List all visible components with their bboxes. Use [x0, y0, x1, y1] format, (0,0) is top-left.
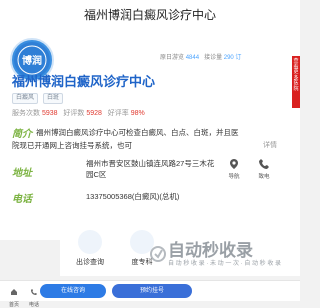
call-button[interactable]: 致电: [252, 158, 276, 180]
page-header: 福州博润白癜风诊疗中心: [0, 0, 300, 31]
address-text: 福州市晋安区鼓山镇连风路27号三木花园C区: [86, 159, 215, 179]
address-label: 地址: [12, 168, 32, 179]
calendar-icon: [78, 230, 102, 254]
home-icon: [11, 289, 17, 295]
calls-value: 290 订: [223, 55, 242, 61]
service-counts: 服务次数 5938 好评数 5928 好评率 98%: [12, 108, 145, 118]
clinic-name: 福州博润白癜风诊疗中心: [12, 74, 156, 89]
phone-icon: [31, 289, 37, 295]
call-label: 致电: [258, 174, 270, 180]
views-value: 4844: [185, 55, 200, 61]
phone-icon: [259, 159, 269, 169]
intro-text: 福州博润白癜风诊疗中心可检查白癜风、白点、白斑，并且医院现已开通网上咨询挂号系统…: [12, 128, 239, 150]
detail-link[interactable]: 详情: [263, 140, 277, 150]
good-label: 好评数: [63, 110, 85, 117]
service-value: 5938: [41, 110, 58, 117]
rate-label: 好评率: [107, 110, 129, 117]
more-hospitals-badge[interactable]: 查看更多医院: [292, 56, 300, 108]
service-label: 服务次数: [12, 110, 40, 117]
watermark-subtitle: 自 动 秒 收 录 · 未 动 一 次 · 自 动 秒 收 录: [168, 261, 282, 267]
phone-text: 13375005368(白癜风)(总机): [86, 192, 180, 201]
navigate-button[interactable]: 导航: [222, 158, 246, 180]
navigate-label: 导航: [228, 174, 240, 180]
visit-stats: 原日游览 4844 接诊量 290 订: [160, 52, 241, 61]
map-pin-icon: [230, 159, 238, 169]
clinic-card: 博润 原日游览 4844 接诊量 290 订 福州博润白癜风诊疗中心 白癜风 白…: [0, 30, 300, 240]
logo-text: 博润: [22, 54, 42, 67]
rate-value: 98%: [130, 110, 145, 117]
calls-label: 接诊量: [204, 55, 223, 61]
views-label: 原日游览: [160, 55, 185, 61]
schedule-query-label: 出诊查询: [76, 259, 104, 266]
good-value: 5928: [86, 110, 102, 117]
tag-vitiligo: 白癜风: [12, 93, 39, 104]
nav-phone-label: 电话: [28, 302, 39, 308]
bottom-bar: 首页 电话 在线咨询 预约挂号: [0, 280, 300, 308]
phone-label: 电话: [12, 194, 32, 205]
online-consult-button[interactable]: 在线咨询: [40, 284, 106, 298]
schedule-query-button[interactable]: 出诊查询: [68, 230, 112, 267]
page-title: 福州博润白癜风诊疗中心: [83, 8, 216, 22]
book-appointment-button[interactable]: 预约挂号: [112, 284, 192, 298]
tag-white-spot: 白斑: [43, 93, 64, 104]
